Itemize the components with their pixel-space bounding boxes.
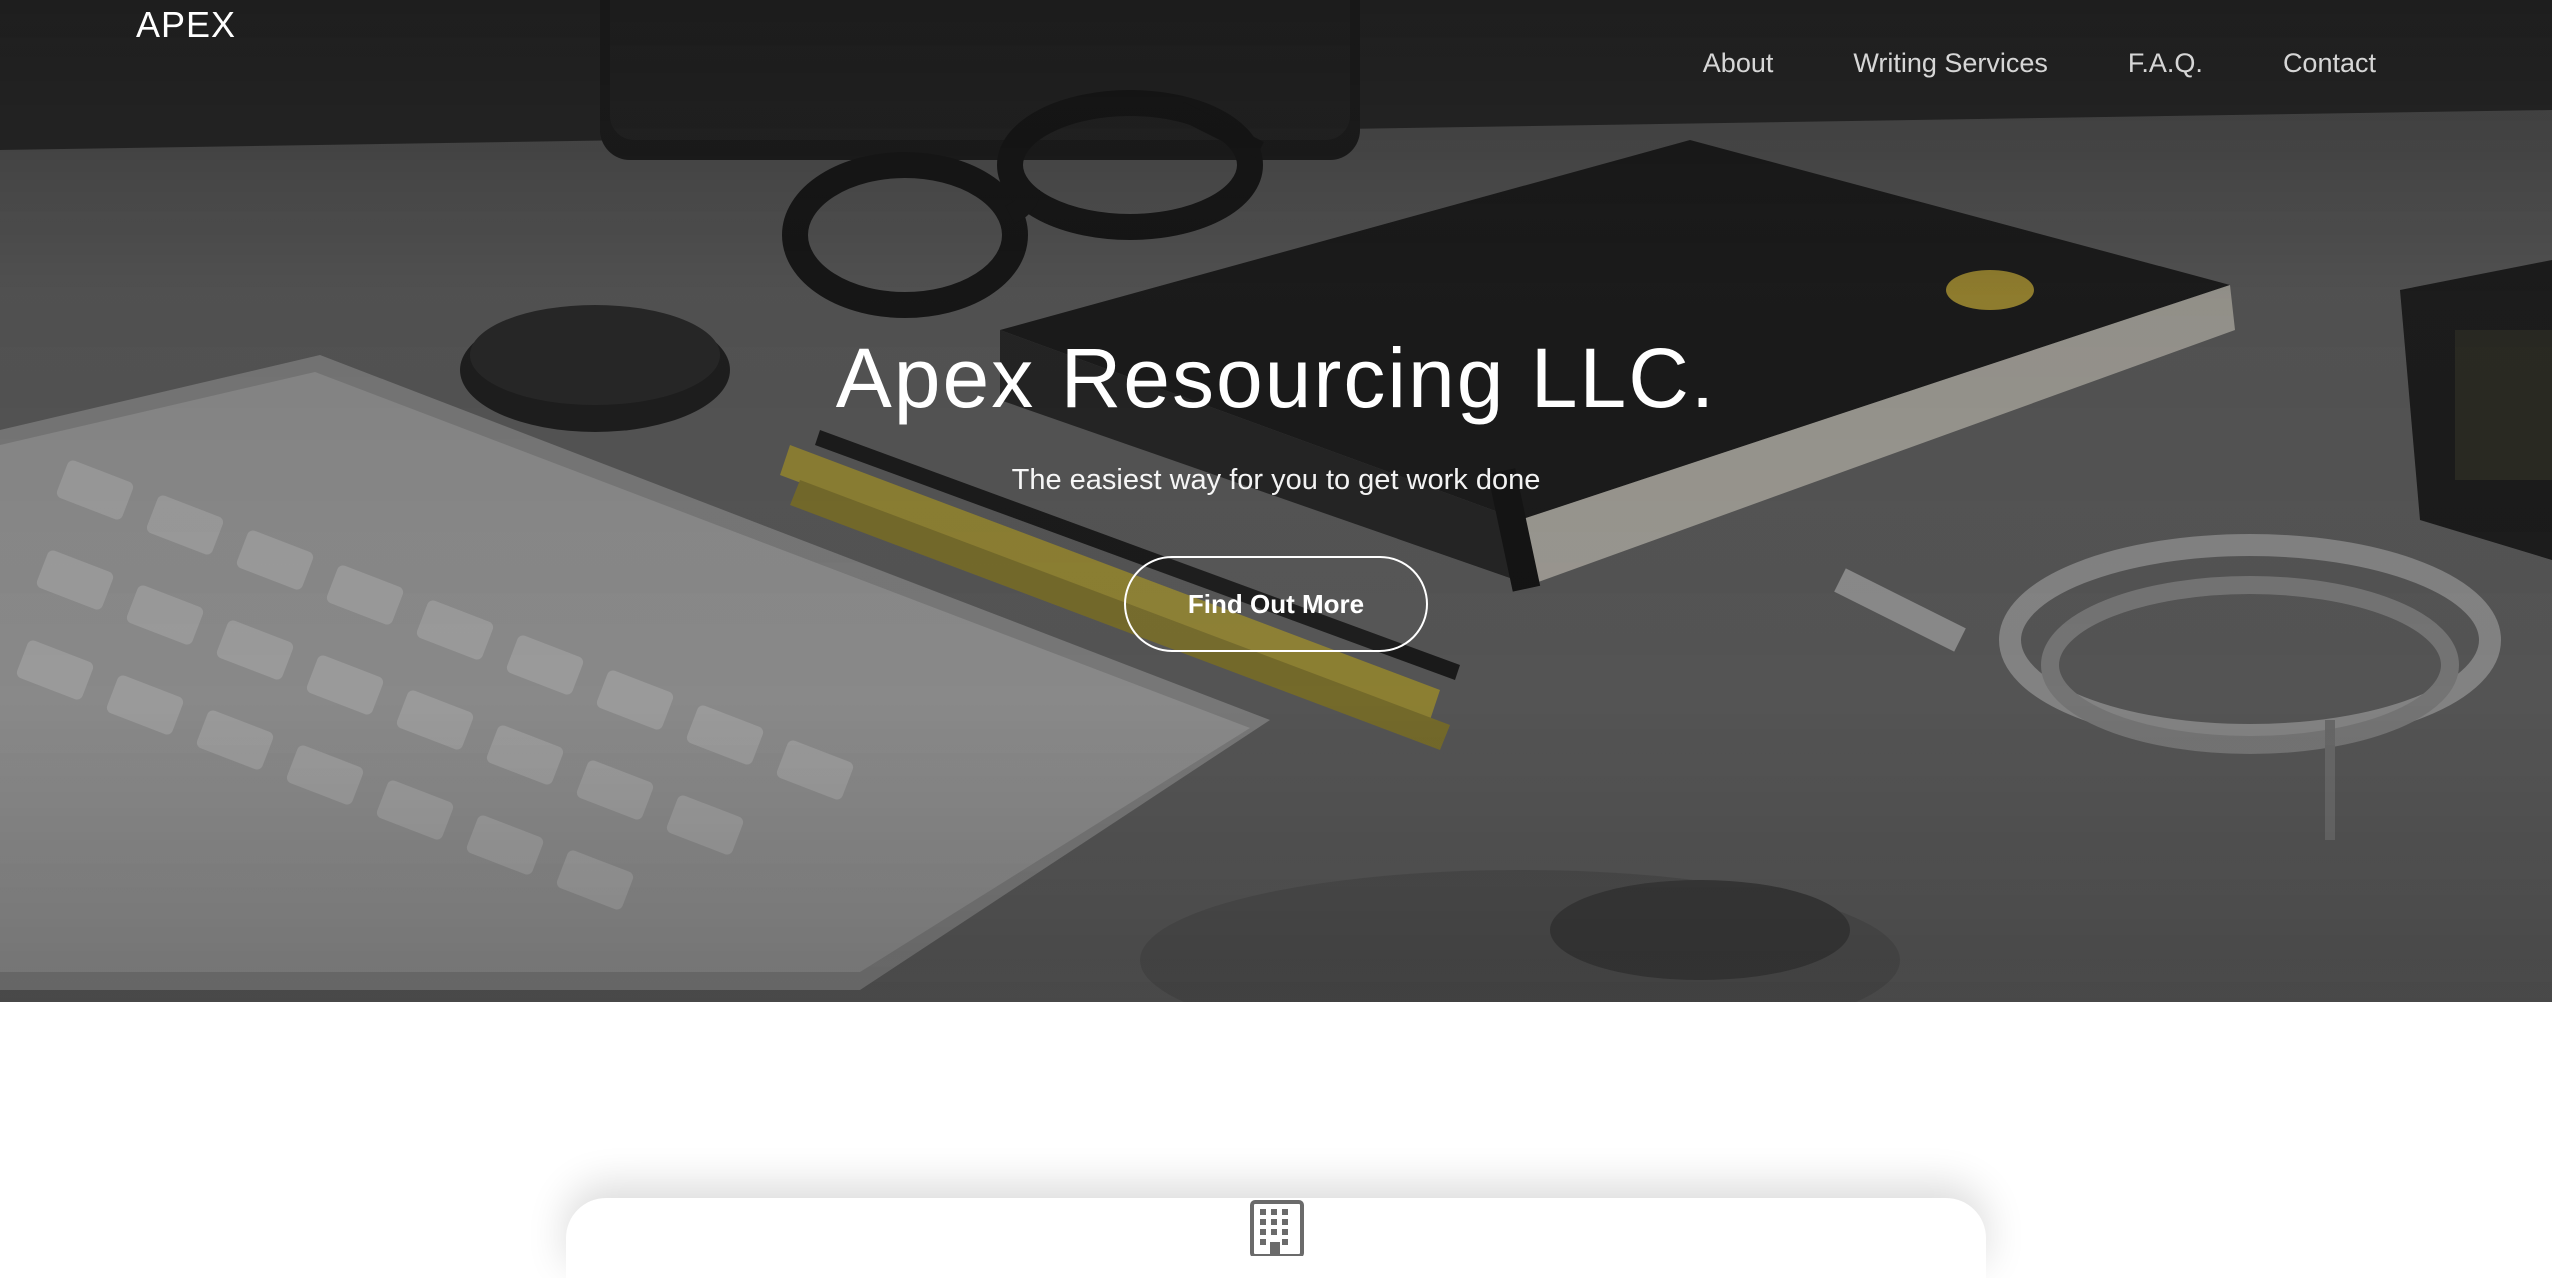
hero-subtitle: The easiest way for you to get work done: [1011, 464, 1541, 496]
building-icon: [1250, 1200, 1304, 1256]
nav-link-writing-services[interactable]: Writing Services: [1853, 48, 2048, 79]
main-nav: About Writing Services F.A.Q. Contact: [1623, 48, 2376, 79]
services-section: [0, 1002, 2552, 1278]
hero-title: Apex Resourcing LLC.: [835, 331, 1717, 425]
nav-link-about[interactable]: About: [1703, 48, 1774, 79]
hero-section: APEX About Writing Services F.A.Q. Conta…: [0, 0, 2552, 1002]
nav-link-contact[interactable]: Contact: [2283, 48, 2376, 79]
nav-link-faq[interactable]: F.A.Q.: [2128, 48, 2203, 79]
brand-logo-link[interactable]: APEX: [136, 4, 236, 46]
hero-content: Apex Resourcing LLC. The easiest way for…: [0, 328, 2552, 652]
find-out-more-button[interactable]: Find Out More: [1124, 556, 1428, 652]
